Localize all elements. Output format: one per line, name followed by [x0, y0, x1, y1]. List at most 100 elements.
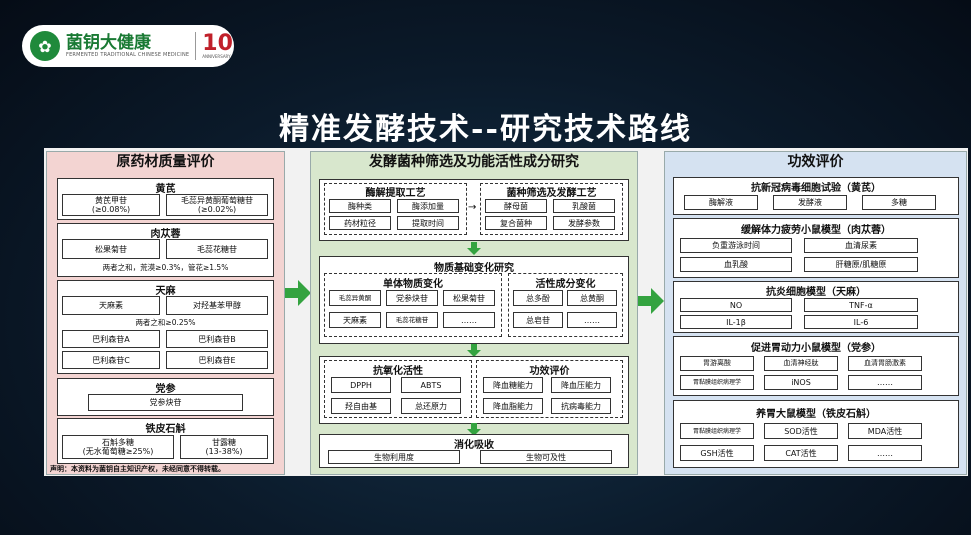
antioxidant-item: ABTS — [401, 377, 461, 393]
fatigue-item: 肝糖原/肌糖原 — [804, 257, 918, 272]
single-substance-item: 毛蕊花糖苷 — [386, 312, 438, 328]
stomach-title: 养胃大鼠模型（铁皮石斛） — [756, 409, 876, 420]
tianma-item-d: 巴利森苷B — [166, 330, 268, 348]
dangshen-item-a: 党参炔苷 — [88, 394, 243, 411]
gastric-motility-item: 胃游离酸 — [680, 356, 754, 371]
gastric-motility-item: 胃黏膜组织病理学 — [680, 375, 754, 390]
strain-item: 酵母菌 — [485, 199, 547, 213]
inflammation-box: 抗炎细胞模型（天麻） NO TNF-α IL-1β IL-6 — [673, 281, 959, 333]
arrow-right-icon — [638, 288, 664, 314]
antioxidant-group: 抗氧化活性 DPPH ABTS 羟自由基 总还原力 — [324, 360, 472, 418]
inflammation-title: 抗炎细胞模型（天麻） — [766, 287, 866, 298]
covid-box: 抗新冠病毒细胞试验（黄芪） 酶解液 发酵液 多糖 — [673, 177, 959, 215]
active-component-item: …… — [567, 312, 617, 328]
stomach-item: GSH活性 — [680, 445, 754, 461]
antioxidant-title: 抗氧化活性 — [373, 366, 423, 377]
brand-name: 菌钥大健康 — [66, 33, 151, 53]
tianma-item-b: 对羟基苯甲醇 — [166, 296, 268, 315]
enzyme-item: 药材粒径 — [329, 216, 391, 230]
active-component-group: 活性成分变化 总多酚 总黄酮 总皂苷 …… — [508, 273, 623, 337]
efficacy-item: 降血脂能力 — [483, 398, 543, 414]
covid-item: 酶解液 — [684, 195, 758, 210]
roucongrong-item-a: 松果菊苷 — [62, 239, 160, 259]
enzyme-group: 酶解提取工艺 酶种类 酶添加量 药材粒径 提取时间 — [324, 183, 467, 235]
huangqi-title: 黄芪 — [155, 184, 176, 195]
strain-item: 复合菌种 — [485, 216, 547, 230]
efficacy-item: 降血压能力 — [551, 377, 611, 393]
material-box: 物质基础变化研究 单体物质变化 毛蕊异黄酮 党参炔苷 松果菊苷 天麻素 毛蕊花糖… — [319, 256, 629, 344]
efficacy-item: 抗病毒能力 — [551, 398, 611, 414]
antioxidant-item: DPPH — [331, 377, 391, 393]
enzyme-title: 酶解提取工艺 — [365, 188, 426, 199]
dangshen-box: 党参 党参炔苷 — [57, 378, 274, 416]
tianma-item-f: 巴利森苷E — [166, 351, 268, 369]
single-substance-title: 单体物质变化 — [383, 279, 443, 290]
fatigue-box: 缓解体力疲劳小鼠模型（肉苁蓉） 负重游泳时间 血清尿素 血乳酸 肝糖原/肌糖原 — [673, 218, 959, 278]
fermentation-column: 发酵菌种筛选及功能活性成分研究 酶解提取工艺 酶种类 酶添加量 药材粒径 提取时… — [310, 151, 638, 475]
roadmap-board: 原药材质量评价 黄芪 黄芪甲苷 (≥0.08%) 毛蕊异黄酮葡萄糖苷 (≥0.0… — [44, 148, 968, 476]
strain-item: 发酵参数 — [553, 216, 615, 230]
gastric-motility-title: 促进胃动力小鼠模型（党参） — [751, 343, 881, 354]
tianma-title: 天麻 — [155, 286, 176, 297]
raw-material-heading: 原药材质量评价 — [116, 154, 215, 170]
efficacy-item: 降血糖能力 — [483, 377, 543, 393]
stomach-item: 胃黏膜组织病理学 — [680, 423, 754, 439]
fatigue-item: 血清尿素 — [804, 238, 918, 253]
stomach-item: SOD活性 — [764, 423, 838, 439]
enzyme-item: 提取时间 — [397, 216, 459, 230]
logo-mark-icon: ✿ — [30, 31, 60, 61]
arrow-down-icon — [467, 242, 481, 255]
single-substance-item: …… — [443, 312, 495, 328]
active-component-title: 活性成分变化 — [535, 279, 596, 290]
fermentation-heading: 发酵菌种筛选及功能活性成分研究 — [369, 154, 579, 170]
roucongrong-note: 两者之和，荒漠≥0.3%，管花≥1.5% — [102, 263, 229, 272]
active-component-item: 总皂苷 — [513, 312, 563, 328]
stomach-item: …… — [848, 445, 922, 461]
brand-subtitle: FERMENTED TRADITIONAL CHINESE MEDICINE — [66, 52, 190, 58]
strain-group: 菌种筛选及发酵工艺 酵母菌 乳酸菌 复合菌种 发酵参数 — [480, 183, 623, 235]
raw-material-column: 原药材质量评价 黄芪 黄芪甲苷 (≥0.08%) 毛蕊异黄酮葡萄糖苷 (≥0.0… — [46, 151, 285, 475]
roucongrong-box: 肉苁蓉 松果菊苷 毛蕊花糖苷 两者之和，荒漠≥0.3%，管花≥1.5% — [57, 223, 274, 277]
huangqi-box: 黄芪 黄芪甲苷 (≥0.08%) 毛蕊异黄酮葡萄糖苷 (≥0.02%) — [57, 178, 274, 220]
inflammation-item: TNF-α — [804, 298, 918, 312]
efficacy-column: 功效评价 抗新冠病毒细胞试验（黄芪） 酶解液 发酵液 多糖 缓解体力疲劳小鼠模型… — [664, 151, 967, 475]
digest-item: 生物利用度 — [328, 450, 460, 464]
process-box: 酶解提取工艺 酶种类 酶添加量 药材粒径 提取时间 → 菌种筛选及发酵工艺 酵母… — [319, 179, 629, 241]
brand-logo: ✿ 菌钥大健康 FERMENTED TRADITIONAL CHINESE ME… — [22, 25, 234, 67]
inflammation-item: IL-6 — [804, 315, 918, 329]
single-substance-item: 松果菊苷 — [443, 290, 495, 306]
tianma-item-e: 巴利森苷C — [62, 351, 160, 369]
huangqi-item-b: 毛蕊异黄酮葡萄糖苷 (≥0.02%) — [166, 194, 268, 216]
arrow-right-small-icon: → — [468, 202, 477, 213]
huangqi-item-a: 黄芪甲苷 (≥0.08%) — [62, 194, 160, 216]
material-title: 物质基础变化研究 — [434, 263, 514, 274]
gastric-motility-item: …… — [848, 375, 922, 390]
shihu-title: 铁皮石斛 — [145, 424, 186, 435]
roucongrong-title: 肉苁蓉 — [150, 229, 181, 240]
shihu-box: 铁皮石斛 石斛多糖 (无水葡萄糖≥25%) 甘露糖 (13-38%) — [57, 418, 274, 464]
page-title: 精准发酵技术--研究技术路线 — [279, 112, 692, 147]
efficacy-group: 功效评价 降血糖能力 降血压能力 降血脂能力 抗病毒能力 — [476, 360, 623, 418]
gastric-motility-item: 血清神经肽 — [764, 356, 838, 371]
tianma-item-c: 巴利森苷A — [62, 330, 160, 348]
covid-item: 多糖 — [862, 195, 936, 210]
stomach-box: 养胃大鼠模型（铁皮石斛） 胃黏膜组织病理学 SOD活性 MDA活性 GSH活性 … — [673, 400, 959, 468]
enzyme-item: 酶种类 — [329, 199, 391, 213]
declaration-text: 声明：本资料为菌钥自主知识产权，未经同意不得转载。 — [50, 465, 225, 473]
digest-item: 生物可及性 — [480, 450, 612, 464]
strain-title: 菌种筛选及发酵工艺 — [506, 188, 597, 199]
strain-item: 乳酸菌 — [553, 199, 615, 213]
efficacy-heading: 功效评价 — [787, 154, 844, 170]
inflammation-item: IL-1β — [680, 315, 792, 329]
single-substance-item: 毛蕊异黄酮 — [329, 290, 381, 306]
antioxidant-item: 总还原力 — [401, 398, 461, 414]
gastric-motility-item: iNOS — [764, 375, 838, 390]
shihu-item-b: 甘露糖 (13-38%) — [180, 435, 268, 459]
fatigue-title: 缓解体力疲劳小鼠模型（肉苁蓉） — [741, 225, 891, 236]
fatigue-item: 血乳酸 — [680, 257, 792, 272]
activity-box: 抗氧化活性 DPPH ABTS 羟自由基 总还原力 功效评价 降血糖能力 降血压… — [319, 356, 629, 424]
arrow-down-icon — [467, 344, 481, 357]
covid-item: 发酵液 — [773, 195, 847, 210]
stomach-item: CAT活性 — [764, 445, 838, 461]
single-substance-item: 党参炔苷 — [386, 290, 438, 306]
